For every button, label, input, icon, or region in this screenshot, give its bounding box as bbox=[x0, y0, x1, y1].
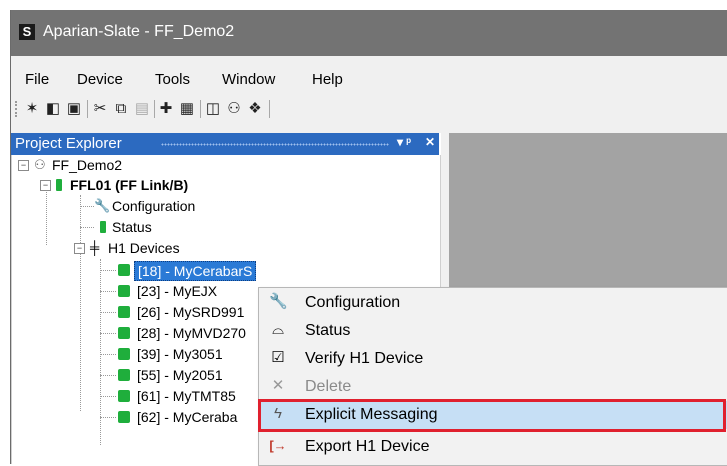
network-icon[interactable]: ❖ bbox=[246, 100, 264, 118]
open-icon[interactable]: ◧ bbox=[44, 100, 62, 118]
menu-item-verify-h1-device[interactable]: ☑ Verify H1 Device bbox=[259, 345, 727, 373]
device-status-icon bbox=[118, 306, 130, 318]
copy-icon[interactable]: ⧉ bbox=[112, 100, 130, 118]
project-icon: ⚇ bbox=[34, 157, 46, 172]
tree-line bbox=[100, 354, 116, 355]
tree-line bbox=[80, 206, 94, 207]
toolbar-separator bbox=[200, 100, 201, 118]
device-status-icon bbox=[118, 264, 130, 276]
menu-item-export-h1-device[interactable]: [→ Export H1 Device bbox=[259, 433, 727, 461]
tree-line bbox=[100, 270, 116, 271]
project-explorer-title: Project Explorer bbox=[15, 135, 122, 152]
status-label: Status bbox=[112, 219, 152, 235]
h1-device-label: [26] - MySRD991 bbox=[137, 304, 245, 320]
checkbox-icon: ☑ bbox=[271, 349, 285, 366]
device-status-icon bbox=[118, 285, 130, 297]
h1-device-label: [61] - MyTMT85 bbox=[137, 388, 236, 404]
pin-icon[interactable]: ▾ ᵖ bbox=[397, 135, 411, 149]
app-logo-icon: S bbox=[19, 24, 35, 40]
collapse-icon[interactable]: − bbox=[18, 160, 29, 171]
verify-icon[interactable]: ◫ bbox=[204, 100, 222, 118]
tree-line bbox=[100, 312, 116, 313]
menu-item-label: Delete bbox=[305, 378, 352, 395]
tree-line bbox=[46, 185, 47, 245]
status-icon: ⌓ bbox=[272, 321, 284, 338]
menu-bar: File Device Tools Window Help bbox=[11, 67, 727, 91]
window-title: Aparian-Slate - FF_Demo2 bbox=[43, 23, 235, 40]
wrench-icon: 🔧 bbox=[269, 293, 288, 310]
collapse-icon[interactable]: − bbox=[74, 243, 85, 254]
menu-help[interactable]: Help bbox=[312, 71, 343, 88]
device-label: FFL01 (FF Link/B) bbox=[70, 177, 189, 193]
device-status-icon bbox=[118, 390, 130, 402]
menu-item-explicit-messaging[interactable]: ϟ Explicit Messaging bbox=[259, 401, 727, 429]
wrench-icon: 🔧 bbox=[94, 198, 111, 213]
users-icon[interactable]: ⚇ bbox=[225, 100, 243, 118]
menu-tools[interactable]: Tools bbox=[155, 71, 190, 88]
device-status-icon bbox=[118, 411, 130, 423]
toolbar-separator bbox=[269, 100, 270, 118]
h1-device-label: [62] - MyCeraba bbox=[137, 409, 238, 425]
tree-root-label: FF_Demo2 bbox=[52, 157, 123, 173]
tree-line bbox=[100, 333, 116, 334]
menu-item-delete[interactable]: ✕ Delete bbox=[259, 373, 727, 401]
cut-icon[interactable]: ✂ bbox=[91, 100, 109, 118]
toolbar-separator bbox=[87, 100, 88, 118]
context-menu: 🔧 Configuration ⌓ Status ☑ Verify H1 Dev… bbox=[258, 287, 727, 466]
save-icon[interactable]: ▣ bbox=[65, 100, 83, 118]
h1-device-label: [55] - My2051 bbox=[137, 367, 223, 383]
lightning-icon: ϟ bbox=[274, 405, 282, 422]
h1-device-label: [28] - MyMVD270 bbox=[137, 325, 246, 341]
properties-icon[interactable]: ▦ bbox=[178, 100, 196, 118]
add-icon[interactable]: ✚ bbox=[157, 100, 175, 118]
header-grip bbox=[161, 143, 389, 146]
status-icon bbox=[100, 221, 106, 233]
tree-line bbox=[100, 291, 116, 292]
collapse-icon[interactable]: − bbox=[40, 180, 51, 191]
menu-item-label: Configuration bbox=[305, 294, 401, 311]
menu-device[interactable]: Device bbox=[77, 71, 123, 88]
tree-line bbox=[100, 375, 116, 376]
tree-line bbox=[100, 396, 116, 397]
toolbar-grip[interactable] bbox=[15, 101, 20, 117]
tree-line bbox=[100, 417, 116, 418]
device-status-icon bbox=[118, 327, 130, 339]
menu-item-status[interactable]: ⌓ Status bbox=[259, 317, 727, 345]
menu-item-configuration[interactable]: 🔧 Configuration bbox=[259, 289, 727, 317]
menu-item-label: Status bbox=[305, 322, 351, 339]
menu-item-label: Explicit Messaging bbox=[305, 406, 438, 423]
toolbar-separator bbox=[154, 100, 155, 118]
title-bar[interactable]: S Aparian-Slate - FF_Demo2 bbox=[11, 10, 727, 56]
delete-icon: ✕ bbox=[271, 377, 285, 394]
h1-device-label: [23] - MyEJX bbox=[137, 283, 218, 299]
device-status-icon bbox=[118, 369, 130, 381]
project-explorer-header[interactable]: Project Explorer ▾ ᵖ ✕ bbox=[11, 133, 439, 155]
device-status-icon bbox=[56, 179, 62, 191]
paste-icon[interactable]: ▤ bbox=[133, 100, 151, 118]
export-icon: [→ bbox=[269, 438, 287, 453]
toolbar: ✶ ◧ ▣ ✂ ⧉ ▤ ✚ ▦ ◫ ⚇ ❖ bbox=[11, 96, 727, 122]
new-project-icon[interactable]: ✶ bbox=[23, 100, 41, 118]
h1-device-label: [39] - My3051 bbox=[137, 346, 223, 362]
close-icon[interactable]: ✕ bbox=[425, 135, 435, 149]
menu-window[interactable]: Window bbox=[222, 71, 275, 88]
configuration-label: Configuration bbox=[112, 198, 196, 214]
h1-devices-label: H1 Devices bbox=[108, 240, 180, 256]
menu-file[interactable]: File bbox=[25, 71, 49, 88]
device-status-icon bbox=[118, 348, 130, 360]
tree-line bbox=[80, 227, 94, 228]
h1-device-label: [18] - MyCerabarS bbox=[134, 261, 257, 281]
menu-item-label: Export H1 Device bbox=[305, 438, 430, 455]
h1-bus-icon: ╪ bbox=[90, 240, 100, 255]
menu-item-label: Verify H1 Device bbox=[305, 350, 424, 367]
